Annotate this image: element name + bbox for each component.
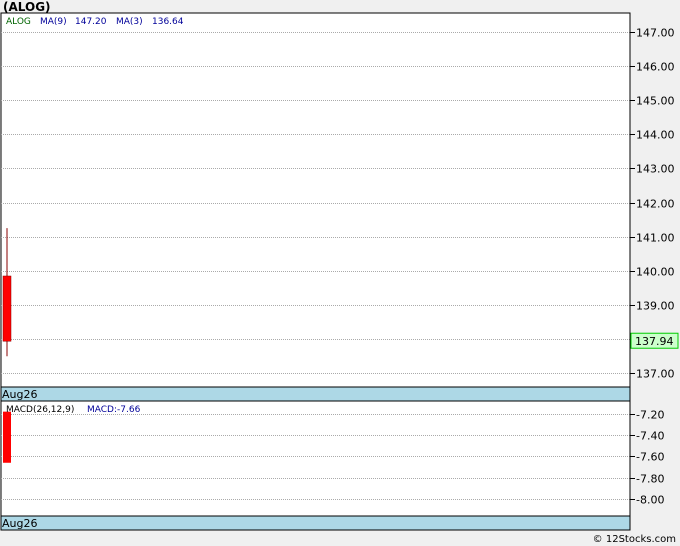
legend-ma9-label: MA(9) bbox=[40, 17, 67, 27]
macd-legend-value: MACD:-7.66 bbox=[87, 405, 141, 415]
price-tick-label: 142.00 bbox=[636, 198, 675, 211]
price-panel-background bbox=[0, 12, 631, 388]
macd-tick-label: -7.60 bbox=[636, 451, 664, 464]
macd-legend-label: MACD(26,12,9) bbox=[6, 405, 74, 415]
stock-chart: 147.00 146.00 145.00 144.00 143.00 142.00 141.… bbox=[0, 12, 679, 531]
legend-ma3-label: MA(3) bbox=[116, 17, 143, 27]
last-price-tag: 137.94 bbox=[630, 332, 679, 349]
price-date-band bbox=[0, 386, 631, 402]
price-tick-label: 140.00 bbox=[636, 266, 675, 279]
price-tick-label: 137.00 bbox=[636, 368, 675, 381]
price-tick-label: 144.00 bbox=[636, 129, 675, 142]
price-tick-label: 145.00 bbox=[636, 95, 675, 108]
candle-body bbox=[2, 275, 12, 342]
legend-ma3-value: 136.64 bbox=[152, 17, 184, 27]
macd-bar bbox=[3, 411, 11, 463]
macd-tick-label: -7.80 bbox=[636, 473, 664, 486]
macd-tick-label: -7.40 bbox=[636, 430, 664, 443]
price-tick-label: 146.00 bbox=[636, 61, 675, 74]
macd-tick-label: -8.00 bbox=[636, 494, 664, 507]
macd-tick-label: -7.20 bbox=[636, 409, 664, 422]
watermark: © 12Stocks.com bbox=[592, 534, 676, 545]
macd-panel: -7.20 -7.40 -7.60 -7.80 -8.00 MACD(26,12,9) … bbox=[0, 400, 664, 531]
price-tick-label: 141.00 bbox=[636, 232, 675, 245]
macd-date-label: Aug26 bbox=[2, 517, 37, 530]
macd-panel-background bbox=[0, 400, 631, 517]
macd-legend: MACD(26,12,9) MACD:-7.66 bbox=[6, 405, 141, 415]
legend-symbol: ALOG bbox=[6, 17, 31, 27]
macd-bars bbox=[3, 411, 11, 463]
price-tick-label: 143.00 bbox=[636, 163, 675, 176]
legend-ma9-value: 147.20 bbox=[75, 17, 107, 27]
price-date-label: Aug26 bbox=[2, 388, 37, 401]
price-tick-label: 139.00 bbox=[636, 300, 675, 313]
macd-date-band bbox=[0, 515, 631, 531]
last-price-label: 137.94 bbox=[635, 335, 674, 348]
price-panel: 147.00 146.00 145.00 144.00 143.00 142.00 141.… bbox=[0, 12, 679, 402]
price-tick-label: 147.00 bbox=[636, 27, 675, 40]
price-y-ticks: 147.00 146.00 145.00 144.00 143.00 142.00 141.… bbox=[630, 27, 675, 381]
macd-y-ticks: -7.20 -7.40 -7.60 -7.80 -8.00 bbox=[630, 409, 664, 507]
